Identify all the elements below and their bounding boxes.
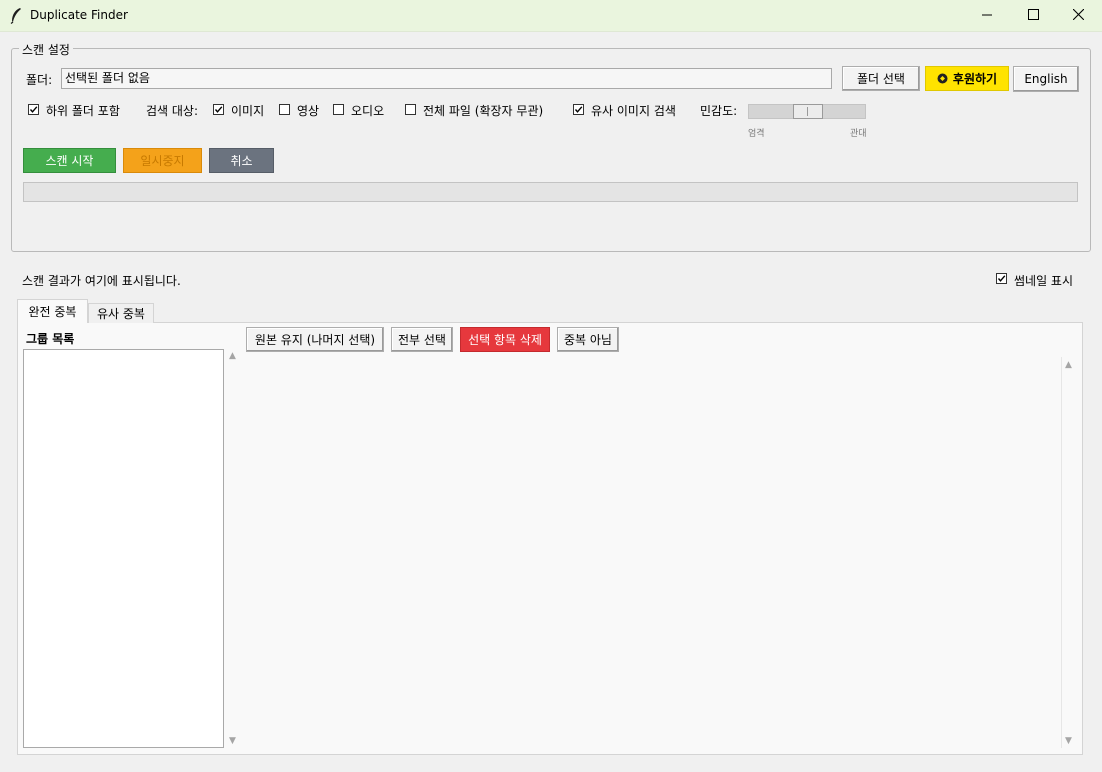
include-subfolders-label: 하위 폴더 포함	[46, 104, 120, 118]
sensitivity-slider-handle[interactable]	[793, 104, 823, 119]
feather-icon	[10, 7, 22, 24]
group-list-scroll-down-icon[interactable]: ▼	[229, 736, 236, 746]
folder-path-field[interactable]: 선택된 폴더 없음	[61, 68, 832, 89]
window-title: Duplicate Finder	[30, 8, 128, 22]
folder-label: 폴더:	[26, 73, 53, 87]
target-image-label: 이미지	[231, 104, 265, 118]
target-image-checkbox[interactable]	[213, 104, 224, 115]
group-list[interactable]	[23, 349, 224, 748]
pause-button[interactable]: 일시중지	[123, 148, 202, 173]
target-audio-checkbox[interactable]	[333, 104, 344, 115]
similar-image-label: 유사 이미지 검색	[591, 104, 676, 118]
donate-icon	[937, 73, 948, 84]
select-folder-button[interactable]: 폴더 선택	[842, 66, 920, 91]
thumbnail-checkbox[interactable]	[996, 273, 1007, 284]
sensitivity-label: 민감도:	[700, 104, 738, 118]
target-video-label: 영상	[297, 104, 320, 118]
scan-settings-legend: 스캔 설정	[19, 41, 73, 58]
title-bar	[0, 0, 1102, 32]
group-list-label: 그룹 목록	[26, 332, 75, 346]
target-video-checkbox[interactable]	[279, 104, 290, 115]
minimize-icon	[982, 9, 992, 23]
cancel-button[interactable]: 취소	[209, 148, 274, 173]
keep-original-button[interactable]: 원본 유지 (나머지 선택)	[246, 327, 384, 352]
close-icon	[1072, 8, 1084, 23]
donate-button[interactable]: 후원하기	[925, 66, 1009, 91]
details-scroll-up-icon[interactable]: ▲	[1065, 360, 1072, 370]
tab-similar-duplicates[interactable]: 유사 중복	[88, 303, 154, 323]
status-text: 스캔 결과가 여기에 표시됩니다.	[22, 274, 181, 288]
start-scan-button[interactable]: 스캔 시작	[23, 148, 116, 173]
sensitivity-min-label: 엄격	[748, 129, 765, 139]
language-button[interactable]: English	[1013, 66, 1079, 92]
target-audio-label: 오디오	[351, 104, 385, 118]
tab-exact-duplicates[interactable]: 완전 중복	[17, 299, 88, 323]
include-subfolders-checkbox[interactable]	[28, 104, 39, 115]
delete-selected-button[interactable]: 선택 항목 삭제	[460, 327, 550, 352]
target-all-files-checkbox[interactable]	[405, 104, 416, 115]
sensitivity-max-label: 관대	[850, 129, 867, 139]
maximize-icon	[1027, 8, 1039, 23]
details-scroll-down-icon[interactable]: ▼	[1065, 736, 1072, 746]
details-scrollbar-track[interactable]	[1061, 357, 1062, 748]
close-button[interactable]	[1055, 0, 1101, 31]
thumbnail-label: 썸네일 표시	[1014, 274, 1074, 288]
group-list-scroll-up-icon[interactable]: ▲	[229, 351, 236, 361]
not-duplicate-button[interactable]: 중복 아님	[557, 327, 619, 352]
similar-image-checkbox[interactable]	[573, 104, 584, 115]
minimize-button[interactable]	[964, 0, 1010, 31]
search-target-label: 검색 대상:	[146, 104, 199, 118]
donate-label: 후원하기	[952, 72, 998, 86]
select-all-button[interactable]: 전부 선택	[391, 327, 453, 352]
scan-progress-bar	[23, 182, 1078, 202]
maximize-button[interactable]	[1010, 0, 1056, 31]
target-all-files-label: 전체 파일 (확장자 무관)	[423, 104, 544, 118]
